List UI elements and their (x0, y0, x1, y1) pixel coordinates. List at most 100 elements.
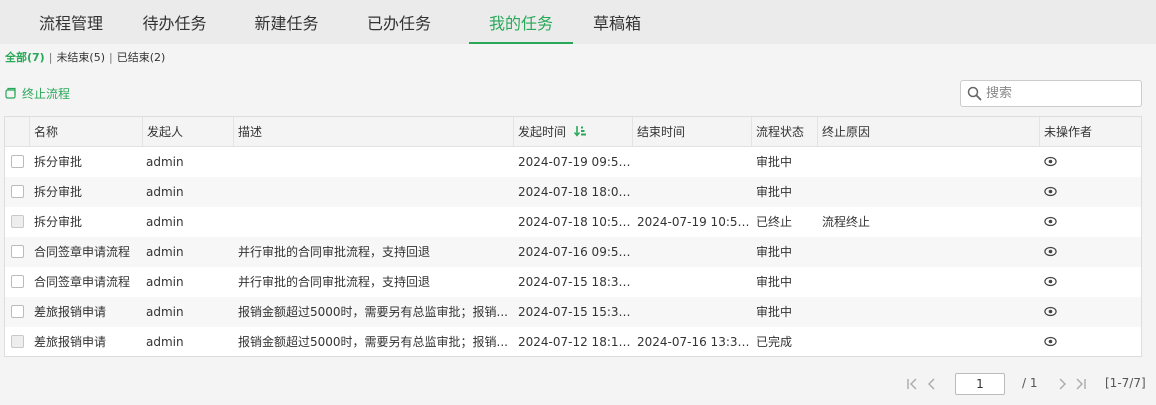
cell-termination-reason (822, 237, 1037, 267)
cell-initiator: admin (146, 155, 184, 169)
cell-description: 并行审批的合同审批流程，支持回退 (238, 245, 431, 259)
status-filter: 全部(7) | 未结束(5) | 已结束(2) (5, 49, 165, 65)
column-header-start-time-label: 发起时间 (518, 125, 567, 139)
cell-status: 审批中 (756, 305, 793, 319)
cell-description (238, 147, 512, 177)
cell-end-time (637, 267, 753, 297)
cell-termination-reason (822, 297, 1037, 327)
column-header-start-time[interactable]: 发起时间 (514, 117, 633, 147)
cell-start-time: 2024-07-12 18:13:56 (518, 335, 634, 349)
cell-end-time (637, 297, 753, 327)
record-range: [1-7/7] (1105, 376, 1146, 390)
cell-status: 审批中 (756, 245, 793, 259)
cell-end-time (637, 177, 753, 207)
cell-description (238, 207, 512, 237)
cell-name: 差旅报销申请 (34, 305, 107, 319)
table-row[interactable]: 拆分审批 admin 2024-07-18 18:03:54 审批中 (5, 177, 1141, 207)
sort-descending-icon[interactable] (573, 125, 586, 137)
cell-status: 已终止 (756, 215, 793, 229)
cell-start-time: 2024-07-16 09:59:45 (518, 245, 634, 259)
search-input[interactable] (986, 86, 1136, 101)
view-pending-operators-icon[interactable] (1044, 216, 1057, 227)
view-pending-operators-icon[interactable] (1044, 336, 1057, 347)
table-row[interactable]: 合同签章申请流程 admin 并行审批的合同审批流程，支持回退 2024-07-… (5, 267, 1141, 297)
tab-label: 已办任务 (366, 14, 431, 33)
row-checkbox[interactable] (11, 245, 24, 258)
tab-drafts[interactable]: 草稿箱 (573, 0, 661, 44)
row-checkbox[interactable] (11, 185, 24, 198)
cell-description: 报销金额超过5000时，需要另有总监审批；报销... (238, 335, 508, 349)
table-row[interactable]: 拆分审批 admin 2024-07-18 10:59:44 2024-07-1… (5, 207, 1141, 237)
cell-start-time: 2024-07-18 18:03:54 (518, 185, 634, 199)
tab-done-tasks[interactable]: 已办任务 (366, 0, 432, 44)
cell-name: 合同签章申请流程 (34, 245, 131, 259)
column-header-initiator[interactable]: 发起人 (143, 117, 234, 147)
tab-todo-tasks[interactable]: 待办任务 (142, 0, 207, 44)
table-row[interactable]: 差旅报销申请 admin 报销金额超过5000时，需要另有总监审批；报销... … (5, 327, 1141, 357)
view-pending-operators-icon[interactable] (1044, 246, 1057, 257)
cell-termination-reason (822, 177, 1037, 207)
table-row[interactable]: 合同签章申请流程 admin 并行审批的合同审批流程，支持回退 2024-07-… (5, 237, 1141, 267)
cell-status: 已完成 (756, 335, 793, 349)
cell-start-time: 2024-07-19 09:56:06 (518, 155, 634, 169)
table-row[interactable]: 差旅报销申请 admin 报销金额超过5000时，需要另有总监审批；报销... … (5, 297, 1141, 327)
row-checkbox[interactable] (11, 305, 24, 318)
last-page-icon[interactable] (1075, 378, 1087, 390)
cell-status: 审批中 (756, 185, 793, 199)
cell-termination-reason: 流程终止 (822, 215, 871, 229)
row-checkbox (11, 215, 24, 228)
filter-all[interactable]: 全部(7) (5, 49, 45, 65)
tab-process-management[interactable]: 流程管理 (0, 0, 142, 44)
filter-open[interactable]: 未结束(5) (56, 49, 105, 65)
cell-termination-reason (822, 267, 1037, 297)
view-pending-operators-icon[interactable] (1044, 156, 1057, 167)
header-select-cell (5, 117, 30, 147)
column-header-description[interactable]: 描述 (234, 117, 514, 147)
tab-new-task[interactable]: 新建任务 (207, 0, 366, 44)
cell-end-time: 2024-07-16 13:30:15 (637, 335, 753, 349)
cell-description: 报销金额超过5000时，需要另有总监审批；报销... (238, 305, 508, 319)
column-header-pending-operators[interactable]: 未操作者 (1040, 117, 1141, 147)
view-pending-operators-icon[interactable] (1044, 276, 1057, 287)
view-pending-operators-icon[interactable] (1044, 306, 1057, 317)
tab-my-tasks[interactable]: 我的任务 (469, 0, 573, 44)
tab-label: 新建任务 (254, 14, 319, 33)
cell-initiator: admin (146, 305, 184, 319)
tab-label: 流程管理 (38, 14, 103, 33)
cell-name: 拆分审批 (34, 155, 83, 169)
view-pending-operators-icon[interactable] (1044, 186, 1057, 197)
cell-start-time: 2024-07-15 15:31:12 (518, 305, 634, 319)
table-row[interactable]: 拆分审批 admin 2024-07-19 09:56:06 审批中 (5, 147, 1141, 177)
cell-termination-reason (822, 147, 1037, 177)
table-body: 拆分审批 admin 2024-07-19 09:56:06 审批中 拆分审批 … (5, 147, 1141, 357)
next-page-icon[interactable] (1058, 378, 1068, 390)
row-checkbox[interactable] (11, 155, 24, 168)
stop-process-label: 终止流程 (22, 86, 71, 101)
cell-start-time: 2024-07-18 10:59:44 (518, 215, 634, 229)
tab-label: 待办任务 (142, 14, 207, 33)
cell-status: 审批中 (756, 275, 793, 289)
filter-closed[interactable]: 已结束(2) (117, 49, 166, 65)
page-number-input[interactable] (955, 373, 1005, 395)
cell-initiator: admin (146, 245, 184, 259)
stop-process-button[interactable]: 终止流程 (4, 85, 70, 101)
cell-status: 审批中 (756, 155, 793, 169)
row-checkbox[interactable] (11, 275, 24, 288)
table-header: 名称 发起人 描述 发起时间 结束时间 流程状态 终止原因 未操作者 (5, 117, 1141, 147)
first-page-icon[interactable] (906, 378, 918, 390)
column-header-name[interactable]: 名称 (30, 117, 143, 147)
prev-page-icon[interactable] (926, 378, 936, 390)
cell-initiator: admin (146, 185, 184, 199)
cell-termination-reason (822, 327, 1037, 357)
tab-label: 我的任务 (488, 14, 553, 33)
cell-name: 差旅报销申请 (34, 335, 107, 349)
cell-description: 并行审批的合同审批流程，支持回退 (238, 275, 431, 289)
column-header-status[interactable]: 流程状态 (752, 117, 818, 147)
cell-name: 合同签章申请流程 (34, 275, 131, 289)
column-header-end-time[interactable]: 结束时间 (633, 117, 752, 147)
cell-end-time: 2024-07-19 10:59:06 (637, 215, 753, 229)
cell-name: 拆分审批 (34, 215, 83, 229)
cell-end-time (637, 237, 753, 267)
search-box (960, 80, 1142, 107)
column-header-termination-reason[interactable]: 终止原因 (818, 117, 1040, 147)
